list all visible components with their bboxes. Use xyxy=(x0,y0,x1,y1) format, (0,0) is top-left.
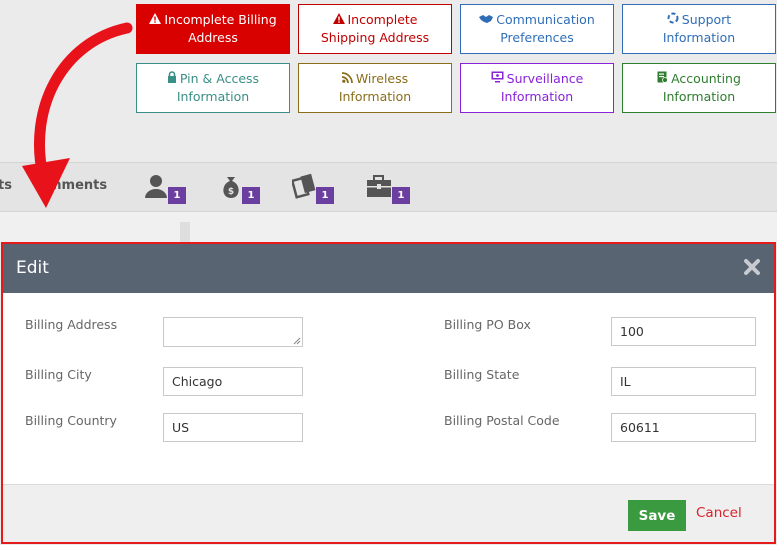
content-area-background xyxy=(0,212,777,242)
record-toolbar: ts mments 1 $ 1 1 1 xyxy=(0,162,777,212)
close-button[interactable] xyxy=(742,257,762,277)
handshake-icon xyxy=(479,11,494,29)
briefcase-icon xyxy=(367,175,391,197)
accounting-information-button[interactable]: Accounting Information xyxy=(622,63,776,113)
count-badge: 1 xyxy=(168,187,186,204)
billing-po-box-label: Billing PO Box xyxy=(444,317,531,332)
billing-country-field[interactable] xyxy=(163,413,303,442)
billing-po-box-field[interactable] xyxy=(611,317,756,346)
status-button-label: Surveillance Information xyxy=(500,71,584,104)
count-badge: 1 xyxy=(316,187,334,204)
assets-count[interactable]: 1 xyxy=(366,173,412,204)
save-button[interactable]: Save xyxy=(628,500,686,531)
billing-postal-code-field[interactable] xyxy=(611,413,756,442)
ledger-icon xyxy=(657,70,668,88)
edit-modal: Edit Billing Address Billing City Billin… xyxy=(1,242,776,544)
svg-text:$: $ xyxy=(228,187,234,197)
monitor-icon xyxy=(491,70,504,88)
wifi-rss-icon xyxy=(341,70,353,88)
billing-state-field[interactable] xyxy=(611,367,756,396)
surveillance-information-button[interactable]: Surveillance Information xyxy=(460,63,614,113)
count-badge: 1 xyxy=(242,187,260,204)
status-button-label: Accounting Information xyxy=(662,71,741,104)
money-bag-icon: $ xyxy=(223,177,239,198)
tickets-count[interactable]: 1 xyxy=(292,173,336,204)
modal-footer: Save Cancel xyxy=(3,484,774,542)
contacts-count[interactable]: 1 xyxy=(144,173,188,204)
warning-icon xyxy=(149,11,162,29)
life-ring-icon xyxy=(667,11,679,29)
lock-icon xyxy=(167,70,177,88)
billing-state-label: Billing State xyxy=(444,367,520,382)
billing-city-label: Billing City xyxy=(25,367,92,382)
modal-title: Edit xyxy=(16,258,49,278)
column-divider xyxy=(180,222,190,242)
warning-icon xyxy=(332,11,345,29)
user-icon xyxy=(145,175,167,198)
cancel-link[interactable]: Cancel xyxy=(696,505,742,521)
incomplete-billing-address-button[interactable]: Incomplete Billing Address xyxy=(136,4,290,54)
tickets-icon xyxy=(292,173,316,199)
wireless-information-button[interactable]: Wireless Information xyxy=(298,63,452,113)
tab-comments[interactable]: mments xyxy=(48,178,107,193)
incomplete-shipping-address-button[interactable]: Incomplete Shipping Address xyxy=(298,4,452,54)
status-button-label: Incomplete Billing Address xyxy=(164,12,277,45)
resize-grip-icon[interactable] xyxy=(293,337,301,345)
billing-city-field[interactable] xyxy=(163,367,303,396)
status-button-label: Communication Preferences xyxy=(496,12,595,45)
modal-body: Billing Address Billing City Billing Cou… xyxy=(3,293,774,484)
count-badge: 1 xyxy=(392,187,410,204)
billing-address-label: Billing Address xyxy=(25,317,118,332)
billing-country-label: Billing Country xyxy=(25,413,117,428)
billing-count[interactable]: $ 1 xyxy=(220,173,262,204)
billing-postal-code-label: Billing Postal Code xyxy=(444,413,560,428)
modal-header: Edit xyxy=(3,244,774,293)
support-information-button[interactable]: Support Information xyxy=(622,4,776,54)
status-button-label: Pin & Access Information xyxy=(176,71,260,104)
billing-address-field[interactable] xyxy=(163,317,303,347)
tab-partial[interactable]: ts xyxy=(0,178,12,193)
communication-preferences-button[interactable]: Communication Preferences xyxy=(460,4,614,54)
close-icon xyxy=(744,259,760,275)
pin-access-information-button[interactable]: Pin & Access Information xyxy=(136,63,290,113)
